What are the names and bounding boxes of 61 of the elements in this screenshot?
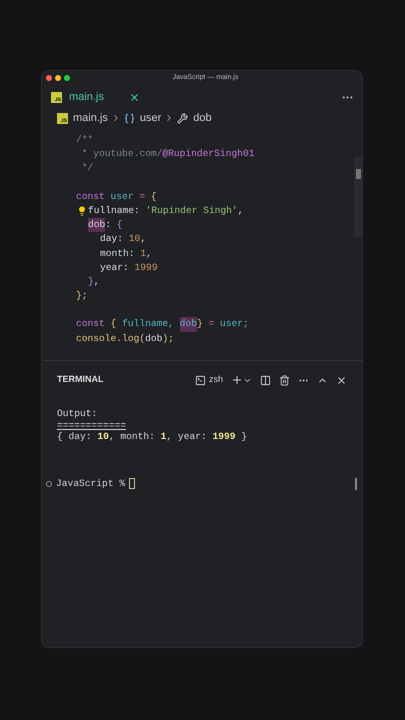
code-token: year: (100, 260, 130, 275)
code-token: month: (100, 246, 136, 260)
code-token: console.log( (76, 332, 146, 346)
split-icon[interactable] (260, 374, 271, 386)
code-token: } (196, 317, 203, 332)
code-token: } (88, 274, 94, 289)
code-token: { (150, 190, 157, 204)
terminal-panel-title[interactable]: TERMINAL (57, 373, 104, 387)
code-token: , (140, 232, 146, 246)
scrollbar-thumb[interactable] (355, 478, 357, 490)
code-token: dob (145, 332, 162, 346)
new-terminal-icon[interactable] (231, 374, 243, 386)
text-cursor (129, 478, 136, 490)
code-token: , (94, 274, 100, 289)
wrench-icon (177, 112, 188, 124)
code-token: */ (80, 161, 94, 176)
code-token: , (146, 246, 152, 260)
code-token: 1 (140, 246, 146, 260)
minimap-marker (356, 169, 361, 179)
terminal-output-line: Output: (57, 408, 98, 420)
terminal-icon (194, 374, 206, 386)
close-panel-icon[interactable] (336, 374, 347, 386)
breadcrumb-item[interactable]: user (140, 110, 162, 126)
breadcrumb-item[interactable]: main.js (73, 110, 108, 126)
trash-icon[interactable] (279, 374, 290, 386)
code-token: : (105, 218, 112, 232)
code-token: @RupinderSingh01 (162, 147, 254, 162)
code-token: 10 (128, 232, 140, 246)
code-token: /** (76, 133, 94, 147)
code-token: user (110, 190, 134, 204)
lightbulb-icon[interactable] (77, 206, 87, 216)
close-window-button[interactable] (46, 75, 52, 81)
code-token: { (116, 218, 123, 232)
code-token: = (207, 317, 216, 332)
maximize-window-button[interactable] (64, 75, 70, 81)
close-tab-icon[interactable] (128, 92, 140, 102)
variable-icon (124, 112, 135, 124)
code-token: = (138, 190, 146, 204)
code-token: dob (180, 317, 197, 332)
minimize-window-button[interactable] (55, 75, 61, 81)
terminal-prompt: JavaScript % (56, 476, 126, 490)
code-token: , (238, 204, 244, 218)
terminal-output-line: { day: 10, month: 1, year: 1999 } (57, 431, 248, 442)
breadcrumb-item[interactable]: dob (193, 110, 212, 126)
prompt-status-icon (46, 480, 52, 487)
code-token: }; (76, 289, 88, 304)
code-token: 'Rupinder Singh' (146, 204, 238, 218)
code-token: ); (162, 332, 174, 346)
code-token: user; (220, 317, 249, 332)
code-token: const (76, 317, 105, 332)
code-token: { (110, 317, 116, 332)
terminal-output-line: ============ (57, 420, 128, 431)
code-token: day: (100, 232, 124, 246)
scrollbar-thumb[interactable] (354, 157, 362, 237)
code-token: * youtube.com/ (80, 147, 162, 162)
code-token: fullname, (121, 317, 175, 332)
code-token: fullname: (88, 204, 141, 218)
code-token: dob (88, 218, 106, 232)
code-token: 1999 (134, 260, 158, 275)
code-token: const (76, 190, 105, 204)
shell-selector[interactable]: zsh (194, 373, 223, 387)
